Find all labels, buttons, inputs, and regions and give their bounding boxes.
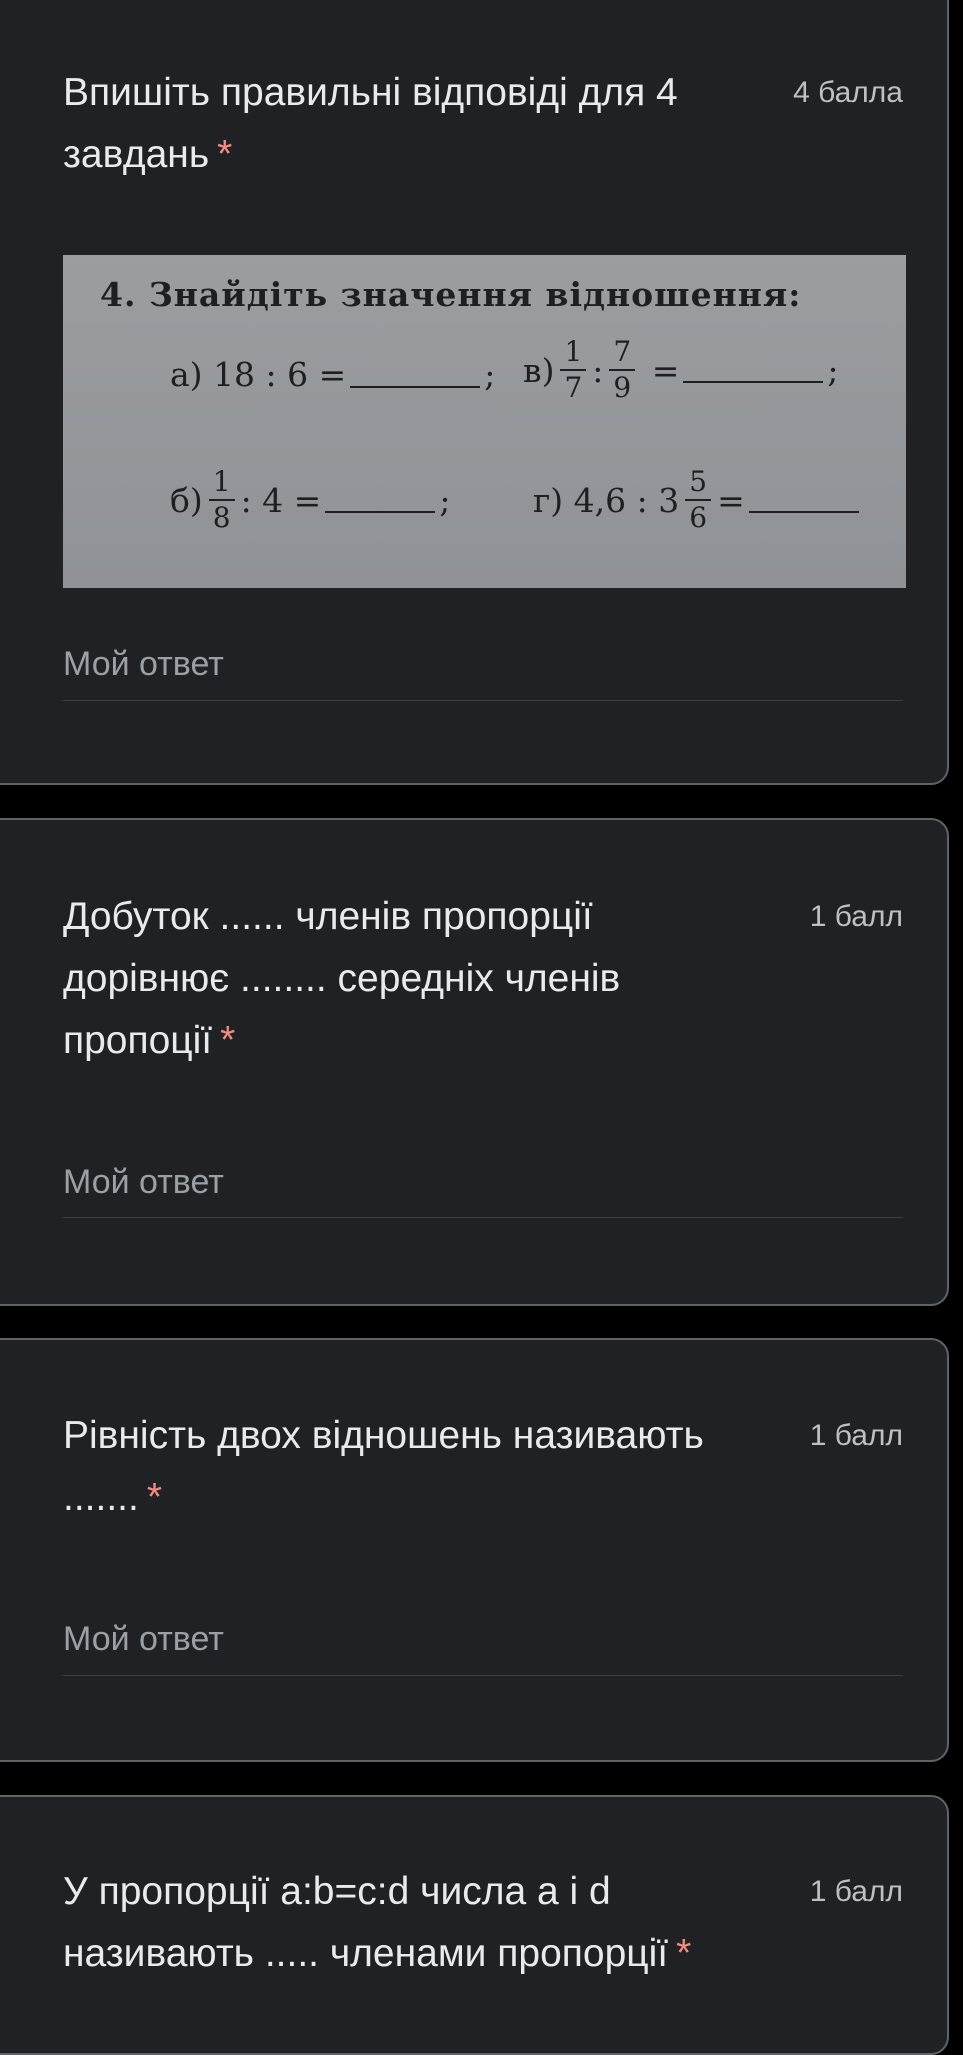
- fraction: 18: [208, 465, 235, 535]
- question-title: У пропорції a:b=c:d числа a і d називают…: [63, 1870, 692, 1975]
- answer-input[interactable]: Мой ответ: [63, 1163, 224, 1202]
- task-image: 4. Знайдіть значення відношення: а) 18 :…: [63, 255, 906, 588]
- question-header-3: Рівність двох відношень називають ......…: [63, 1405, 903, 1529]
- task-item-g: г) 4,6 : 3 56 =: [533, 465, 863, 535]
- task-item-b: б) 18 : 4 = ;: [170, 465, 451, 535]
- points-label: 1 балл: [809, 900, 903, 933]
- task-item-v: в) 17 : 79 = ;: [523, 335, 839, 405]
- task-heading: 4. Знайдіть значення відношення:: [100, 275, 802, 314]
- required-asterisk: *: [220, 1019, 236, 1062]
- question-header-4: У пропорції a:b=c:d числа a і d називают…: [63, 1861, 903, 1985]
- required-asterisk: *: [217, 133, 233, 176]
- fraction: 17: [560, 335, 587, 405]
- required-asterisk: *: [676, 1932, 692, 1975]
- question-title: Рівність двох відношень називають ......…: [63, 1414, 704, 1519]
- fraction: 79: [609, 335, 636, 405]
- question-card-3: [0, 1338, 949, 1762]
- answer-underline: [63, 700, 903, 701]
- answer-input[interactable]: Мой ответ: [63, 645, 224, 684]
- fraction: 56: [685, 465, 712, 535]
- question-title: Впишіть правильні відповіді для 4 завдан…: [63, 71, 678, 176]
- task-item-a: а) 18 : 6 = ;: [170, 355, 496, 394]
- points-label: 1 балл: [809, 1419, 903, 1452]
- required-asterisk: *: [146, 1476, 163, 1519]
- question-header-1: Впишіть правильні відповіді для 4 завдан…: [63, 62, 903, 186]
- answer-underline: [63, 1675, 903, 1676]
- answer-underline: [63, 1217, 903, 1218]
- points-label: 1 балл: [809, 1875, 903, 1908]
- question-title: Добуток ...... членів пропорції дорівнює…: [63, 895, 621, 1062]
- answer-input[interactable]: Мой ответ: [63, 1620, 224, 1659]
- points-label: 4 балла: [793, 76, 903, 109]
- question-header-2: Добуток ...... членів пропорції дорівнює…: [63, 886, 903, 1072]
